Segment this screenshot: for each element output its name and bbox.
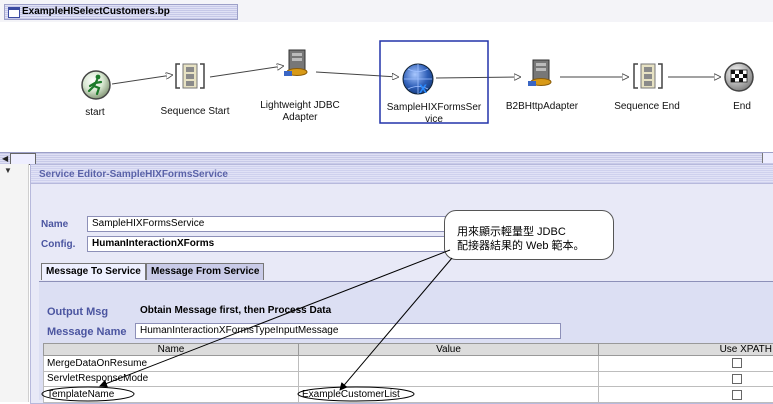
param-name: MergeDataOnResume	[44, 356, 299, 372]
node-label-b2b: B2BHttpAdapter	[496, 101, 588, 113]
node-label-jdbc: Lightweight JDBC Adapter	[250, 100, 350, 124]
jdbc-adapter-icon[interactable]	[284, 50, 307, 76]
process-canvas[interactable]: X start Sequence Start	[0, 22, 773, 152]
node-label-forms-line2: vice	[382, 114, 486, 126]
name-field[interactable]: SampleHIXFormsService	[87, 216, 473, 232]
connector	[210, 66, 283, 77]
param-value[interactable]: ExampleCustomerList	[299, 387, 599, 403]
config-field[interactable]: HumanInteractionXForms	[87, 236, 473, 252]
scroll-right-handle[interactable]	[762, 153, 773, 163]
column-header-use-xpath[interactable]: Use XPATH	[599, 344, 773, 356]
param-value[interactable]	[299, 356, 599, 372]
node-label-sequence-end: Sequence End	[605, 101, 689, 113]
use-xpath-checkbox[interactable]	[732, 390, 742, 400]
checkered-flag-icon[interactable]	[725, 63, 753, 91]
use-xpath-cell	[599, 387, 773, 403]
service-editor-header: Service Editor-SampleHIXFormsService	[31, 165, 773, 184]
node-label-start: start	[70, 107, 120, 119]
use-xpath-cell	[599, 356, 773, 372]
param-name: ServletResponseMode	[44, 371, 299, 387]
parameter-table: Name Value Use XPATH MergeDataOnResume S…	[43, 343, 773, 403]
connector	[112, 75, 172, 84]
name-label: Name	[41, 219, 68, 230]
column-header-value[interactable]: Value	[299, 344, 599, 356]
table-header-row: Name Value Use XPATH	[44, 344, 773, 356]
use-xpath-checkbox[interactable]	[732, 374, 742, 384]
tab-message-from-service[interactable]: Message From Service	[146, 263, 264, 280]
param-value[interactable]	[299, 371, 599, 387]
document-title: ExampleHISelectCustomers.bp	[22, 6, 170, 17]
file-icon	[8, 7, 20, 18]
splitter-arrow-icon[interactable]: ▼	[4, 166, 12, 175]
output-msg-label: Output Msg	[47, 306, 108, 318]
scroll-left-icon[interactable]: ◀	[2, 154, 8, 163]
connector	[316, 72, 398, 77]
node-label-jdbc-line2: Adapter	[250, 112, 350, 124]
config-label: Config.	[41, 239, 75, 250]
use-xpath-checkbox[interactable]	[732, 358, 742, 368]
title-bar: ExampleHISelectCustomers.bp	[0, 0, 773, 22]
message-name-label: Message Name	[47, 326, 127, 338]
node-label-end: End	[722, 101, 762, 113]
callout-text-line2: 配接器結果的 Web 範本。	[457, 237, 585, 253]
service-editor-title: Service Editor-SampleHIXFormsService	[39, 169, 228, 180]
table-row[interactable]: MergeDataOnResume	[44, 356, 773, 372]
node-label-forms-line1: SampleHIXFormsSer	[382, 102, 486, 114]
tab-message-to-service[interactable]: Message To Service	[41, 263, 146, 280]
sequence-end-icon[interactable]	[634, 64, 662, 88]
svg-text:X: X	[419, 82, 427, 96]
table-row[interactable]: TemplateName ExampleCustomerList	[44, 387, 773, 403]
node-label-jdbc-line1: Lightweight JDBC	[250, 100, 350, 112]
column-header-name[interactable]: Name	[44, 344, 299, 356]
b2b-adapter-icon[interactable]	[528, 60, 551, 86]
node-label-sequence-start: Sequence Start	[150, 106, 240, 118]
output-msg-select[interactable]: Obtain Message first, then Process Data	[135, 303, 561, 319]
param-name: TemplateName	[44, 387, 299, 403]
running-man-icon[interactable]	[82, 71, 110, 99]
message-name-field[interactable]: HumanInteractionXFormsTypeInputMessage	[135, 323, 561, 339]
connector	[436, 77, 520, 78]
annotation-callout: 用來顯示輕量型 JDBC 配接器結果的 Web 範本。	[444, 210, 614, 260]
use-xpath-cell	[599, 371, 773, 387]
process-diagram: X	[0, 22, 773, 152]
document-tab[interactable]: ExampleHISelectCustomers.bp	[4, 4, 238, 20]
service-editor: Service Editor-SampleHIXFormsService Nam…	[30, 164, 773, 404]
left-gutter: ▼	[0, 164, 29, 402]
node-label-forms-service: SampleHIXFormsSer vice	[382, 102, 486, 126]
sequence-start-icon[interactable]	[176, 64, 204, 88]
table-row[interactable]: ServletResponseMode	[44, 371, 773, 387]
